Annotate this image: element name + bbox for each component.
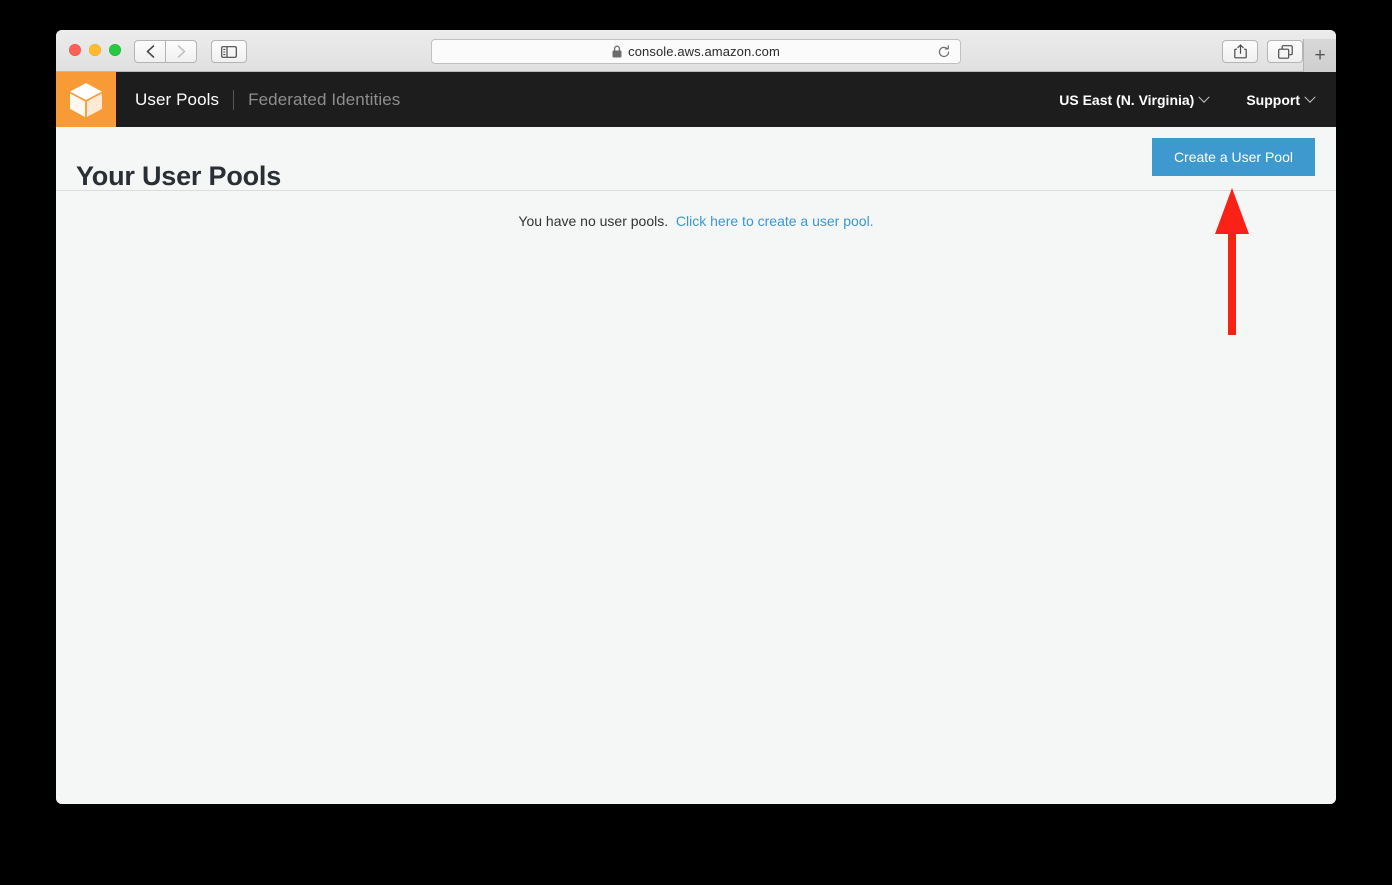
sidebar-toggle-button[interactable] bbox=[211, 40, 247, 63]
forward-arrow-icon bbox=[177, 45, 185, 58]
support-label: Support bbox=[1246, 91, 1300, 108]
address-bar[interactable]: console.aws.amazon.com bbox=[431, 39, 961, 64]
nav-item-user-pools[interactable]: User Pools bbox=[135, 90, 219, 110]
share-icon bbox=[1233, 44, 1247, 59]
nav-item-federated-identities[interactable]: Federated Identities bbox=[248, 90, 400, 110]
lock-icon bbox=[612, 45, 622, 58]
show-tabs-icon bbox=[1277, 44, 1293, 59]
create-user-pool-link[interactable]: Click here to create a user pool. bbox=[676, 213, 874, 229]
show-tabs-button[interactable] bbox=[1267, 40, 1303, 63]
forward-button[interactable] bbox=[165, 40, 197, 63]
empty-state-message: You have no user pools. Click here to cr… bbox=[56, 213, 1336, 229]
new-tab-plus-icon: + bbox=[1314, 45, 1326, 66]
chevron-down-icon bbox=[1304, 91, 1316, 103]
address-bar-url: console.aws.amazon.com bbox=[628, 44, 780, 59]
new-tab-button[interactable]: + bbox=[1303, 39, 1336, 72]
page-header: Your User Pools Create a User Pool bbox=[56, 127, 1336, 191]
main-content: You have no user pools. Click here to cr… bbox=[56, 191, 1336, 804]
create-user-pool-button[interactable]: Create a User Pool bbox=[1151, 138, 1315, 176]
empty-state-text: You have no user pools. bbox=[518, 213, 669, 229]
window-controls bbox=[69, 44, 121, 56]
header-right-menus: US East (N. Virginia) Support bbox=[1059, 72, 1316, 127]
cognito-cube-icon bbox=[69, 82, 103, 117]
service-nav: User Pools Federated Identities bbox=[135, 72, 400, 127]
chevron-down-icon bbox=[1198, 91, 1211, 103]
reload-button[interactable] bbox=[936, 44, 952, 60]
page-title: Your User Pools bbox=[76, 161, 282, 192]
aws-service-header: User Pools Federated Identities US East … bbox=[56, 72, 1336, 127]
share-button[interactable] bbox=[1222, 40, 1258, 63]
zoom-window-button[interactable] bbox=[109, 44, 121, 56]
region-selector[interactable]: US East (N. Virginia) bbox=[1059, 91, 1211, 108]
minimize-window-button[interactable] bbox=[89, 44, 101, 56]
back-arrow-icon bbox=[146, 45, 154, 58]
sidebar-toggle-icon bbox=[221, 45, 237, 58]
reload-icon bbox=[938, 45, 950, 58]
back-button[interactable] bbox=[134, 40, 166, 63]
address-bar-content: console.aws.amazon.com bbox=[612, 44, 780, 59]
browser-window: console.aws.amazon.com + User Pools Fede… bbox=[56, 30, 1336, 804]
browser-toolbar: console.aws.amazon.com + bbox=[56, 30, 1336, 72]
cognito-logo-tile[interactable] bbox=[56, 72, 116, 127]
region-label: US East (N. Virginia) bbox=[1059, 91, 1195, 108]
close-window-button[interactable] bbox=[69, 44, 81, 56]
nav-divider bbox=[233, 89, 235, 110]
support-menu[interactable]: Support bbox=[1246, 91, 1316, 108]
